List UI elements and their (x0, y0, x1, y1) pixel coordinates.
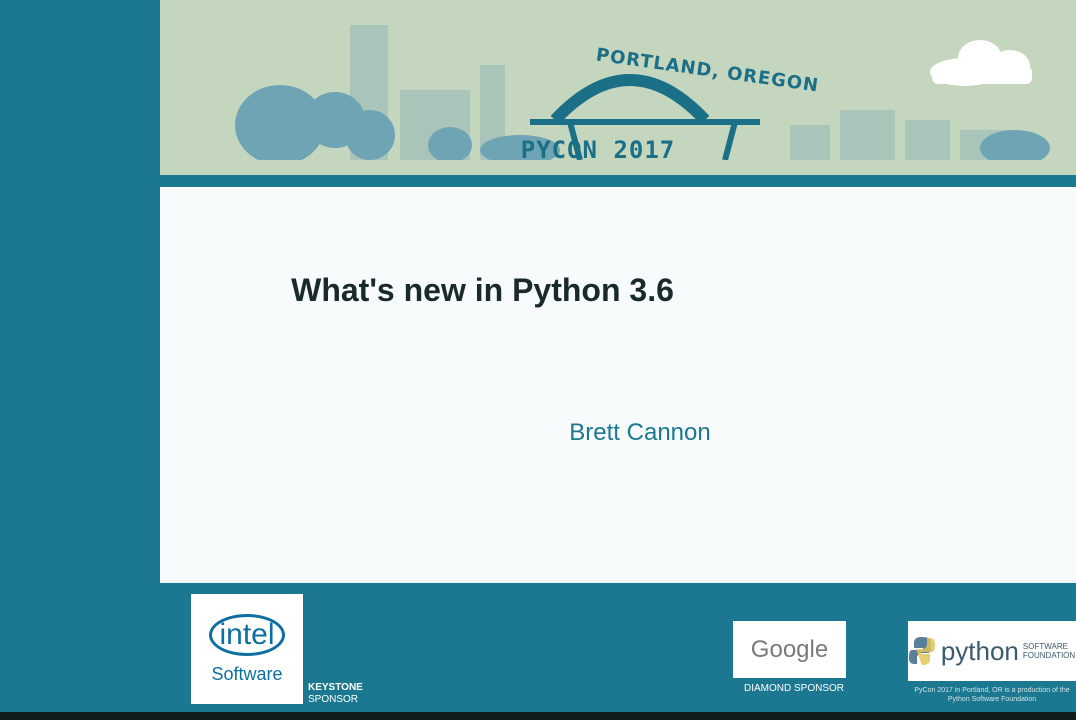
psf-note-line-1: PyCon 2017 in Portland, OR is a producti… (914, 687, 1070, 694)
title-slide (160, 187, 1076, 580)
psf-logo: python SOFTWARE FOUNDATION (908, 621, 1076, 681)
google-sponsor-logo: Google (733, 621, 846, 678)
psf-sub-line-1: SOFTWARE (1022, 642, 1068, 651)
intel-software-label: Software (211, 663, 283, 684)
intel-sponsor-logo: intel Software (191, 594, 303, 704)
psf-subtitle: SOFTWARE FOUNDATION (1023, 642, 1075, 660)
psf-production-note: PyCon 2017 in Portland, OR is a producti… (908, 686, 1076, 704)
left-frame (0, 0, 160, 720)
psf-note-line-2: Python Software Foundation (947, 696, 1037, 703)
banner-event-title: PYCON 2017 (520, 136, 676, 164)
diamond-sponsor-caption: DIAMOND SPONSOR (744, 683, 845, 694)
intel-wordmark: intel (209, 613, 285, 656)
slide-author: Brett Cannon (569, 419, 711, 446)
python-wordmark: python (940, 635, 1019, 666)
keystone-sponsor-caption: KEYSTONE SPONSOR (308, 682, 363, 706)
sponsor-label: SPONSOR (308, 694, 359, 705)
psf-sub-line-2: FOUNDATION (1022, 651, 1076, 660)
google-wordmark: Google (750, 635, 829, 663)
footer-divider (160, 580, 1076, 583)
bottom-edge (0, 712, 1076, 720)
slide-title: What's new in Python 3.6 (291, 272, 674, 308)
banner-divider (160, 175, 1076, 187)
python-snake-icon (908, 637, 935, 665)
keystone-label: KEYSTONE (308, 682, 363, 693)
